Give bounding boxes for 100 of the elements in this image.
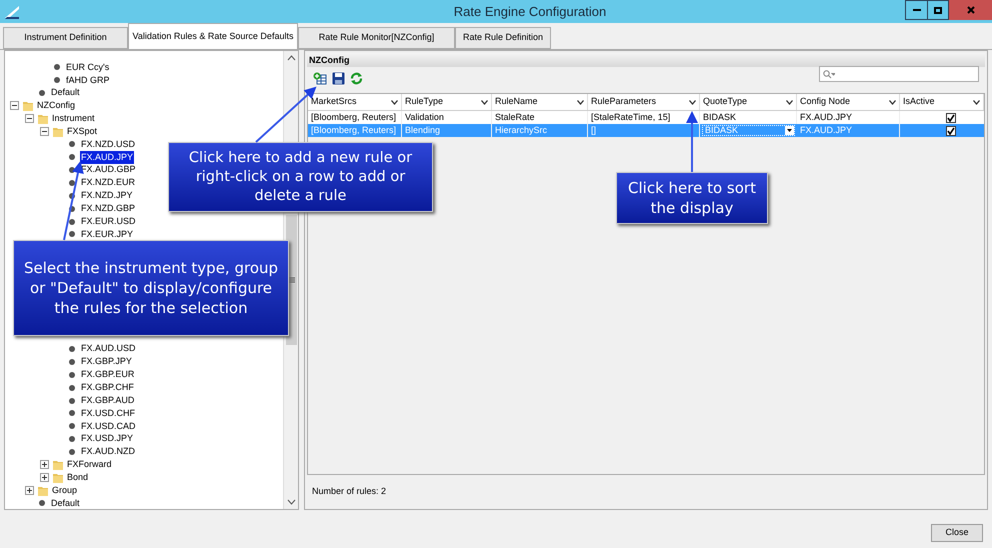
column-header[interactable]: RuleParameters bbox=[591, 95, 656, 109]
tree-item[interactable]: Default bbox=[50, 496, 81, 509]
folder-icon bbox=[52, 458, 64, 471]
tab[interactable]: Instrument Definition bbox=[3, 27, 128, 49]
bullet-icon bbox=[69, 180, 75, 186]
expand-icon[interactable] bbox=[40, 460, 49, 470]
tree-item[interactable]: Default bbox=[50, 86, 81, 100]
checkbox[interactable] bbox=[946, 126, 956, 136]
bullet-icon bbox=[69, 384, 75, 391]
tree-item[interactable]: Group bbox=[52, 484, 78, 498]
bullet-icon bbox=[69, 410, 75, 416]
bullet-icon bbox=[54, 64, 60, 70]
bullet-icon bbox=[69, 398, 75, 404]
bullet-icon bbox=[69, 218, 75, 225]
caret-icon[interactable] bbox=[787, 129, 792, 132]
bullet-icon bbox=[69, 448, 75, 455]
column-header[interactable]: MarketSrcs bbox=[311, 95, 357, 109]
bullet-icon bbox=[39, 90, 45, 96]
tree-item[interactable]: FX.GBP.EUR bbox=[80, 368, 136, 382]
chevron-down-icon[interactable] bbox=[577, 100, 584, 104]
save-icon[interactable] bbox=[332, 72, 345, 84]
scroll-up-icon[interactable] bbox=[286, 55, 296, 61]
tree-item[interactable]: FX.USD.CAD bbox=[80, 420, 137, 434]
add-table-icon[interactable] bbox=[313, 72, 327, 84]
hint-tooltip: Click here to add a new rule or right-click on a row to add or delete a rule bbox=[168, 142, 433, 212]
tree-item[interactable]: FX.AUD.NZD bbox=[80, 445, 136, 459]
checkbox[interactable] bbox=[946, 112, 956, 122]
collapse-icon[interactable] bbox=[10, 101, 19, 110]
tree-item[interactable]: FX.USD.CHF bbox=[80, 406, 136, 420]
tree-item[interactable]: FX.NZD.JPY bbox=[80, 189, 134, 203]
tree-item[interactable]: FX.GBP.AUD bbox=[80, 394, 136, 408]
folder-icon bbox=[37, 484, 49, 497]
tree-item[interactable]: FX.EUR.USD bbox=[80, 214, 137, 228]
tree-item[interactable]: Bond bbox=[67, 470, 88, 484]
expand-icon[interactable] bbox=[40, 473, 49, 482]
bullet-icon bbox=[54, 77, 60, 84]
chevron-down-icon[interactable] bbox=[786, 100, 793, 104]
search-field[interactable] bbox=[819, 66, 979, 82]
chevron-down-icon[interactable] bbox=[973, 100, 980, 104]
tree-item[interactable]: Instrument bbox=[52, 112, 95, 126]
collapse-icon[interactable] bbox=[25, 114, 34, 124]
expand-icon[interactable] bbox=[25, 486, 34, 496]
tree-item[interactable]: EUR Ccy's bbox=[65, 60, 110, 74]
bullet-icon bbox=[69, 359, 75, 366]
folder-icon bbox=[52, 472, 64, 484]
tree-item[interactable]: FX.EUR.JPY bbox=[80, 228, 134, 242]
tree-item[interactable]: FX.NZD.GBP bbox=[80, 202, 136, 216]
app-logo-icon bbox=[4, 4, 20, 20]
bullet-icon bbox=[69, 154, 75, 160]
bullet-icon bbox=[69, 423, 75, 430]
tree-item[interactable]: FXForward bbox=[67, 458, 112, 472]
tab[interactable]: Rate Rule Monitor[NZConfig] bbox=[298, 27, 455, 49]
bullet-icon bbox=[69, 141, 75, 148]
column-header[interactable]: IsActive bbox=[903, 95, 935, 109]
tree-item[interactable]: FX.NZD.USD bbox=[80, 138, 136, 152]
tree-item[interactable]: NZConfig bbox=[37, 99, 76, 113]
table-cell: FX.AUD.JPY bbox=[797, 124, 900, 137]
bullet-icon bbox=[69, 231, 75, 238]
chevron-down-icon[interactable] bbox=[391, 100, 398, 104]
column-header[interactable]: RuleName bbox=[495, 95, 538, 109]
scroll-down-icon[interactable] bbox=[286, 499, 296, 505]
hint-tooltip: Select the instrument type, group or "Default" to display/configure the rules for the selection bbox=[13, 240, 289, 336]
bullet-icon bbox=[39, 500, 45, 506]
status-text: Number of rules: 2 bbox=[312, 485, 388, 498]
column-header[interactable]: RuleType bbox=[405, 95, 444, 109]
refresh-icon[interactable] bbox=[350, 72, 363, 84]
chevron-down-icon[interactable] bbox=[481, 100, 488, 104]
bullet-icon bbox=[69, 346, 75, 352]
bullet-icon bbox=[69, 436, 75, 442]
maximize-button[interactable] bbox=[928, 0, 949, 20]
tab[interactable]: Validation Rules & Rate Source Defaults bbox=[128, 23, 298, 49]
tree-item[interactable]: FX.GBP.CHF bbox=[80, 381, 135, 395]
window-title: Rate Engine Configuration bbox=[452, 2, 608, 21]
table-cell: HierarchySrc bbox=[492, 124, 588, 137]
tree-item[interactable]: fAHD GRP bbox=[65, 74, 111, 88]
tree-item[interactable]: FXSpot bbox=[67, 124, 98, 138]
folder-icon bbox=[37, 112, 49, 125]
close-window-button[interactable] bbox=[949, 0, 992, 20]
tree-item[interactable]: FX.AUD.JPY bbox=[80, 150, 134, 164]
hint-tooltip: Click here to sort the display bbox=[616, 172, 768, 224]
tree-item[interactable]: FX.GBP.JPY bbox=[80, 355, 133, 369]
chevron-down-icon[interactable] bbox=[889, 100, 896, 104]
close-icon bbox=[966, 6, 974, 14]
collapse-icon[interactable] bbox=[40, 127, 49, 136]
chevron-down-icon[interactable] bbox=[689, 100, 696, 104]
tree-item[interactable]: FX.AUD.USD bbox=[80, 342, 137, 356]
table-row[interactable]: [Bloomberg, Reuters] Validation StaleRate [StaleRateTime, 15] BIDASK FX.AUD.JPY bbox=[308, 111, 984, 124]
tree-item[interactable]: FX.NZD.EUR bbox=[80, 176, 136, 190]
arrow bbox=[686, 111, 698, 172]
folder-icon bbox=[22, 100, 34, 112]
tree-item[interactable]: FX.USD.JPY bbox=[80, 432, 134, 446]
close-button[interactable]: Close bbox=[931, 524, 983, 542]
folder-icon bbox=[52, 126, 64, 138]
tab[interactable]: Rate Rule Definition bbox=[455, 27, 551, 49]
bullet-icon bbox=[69, 372, 75, 378]
table-cell: [] bbox=[588, 124, 700, 137]
table-cell: Blending bbox=[402, 124, 492, 137]
column-header[interactable]: Config Node bbox=[800, 95, 850, 109]
minimize-button[interactable] bbox=[905, 0, 928, 20]
column-header[interactable]: QuoteType bbox=[703, 95, 748, 109]
